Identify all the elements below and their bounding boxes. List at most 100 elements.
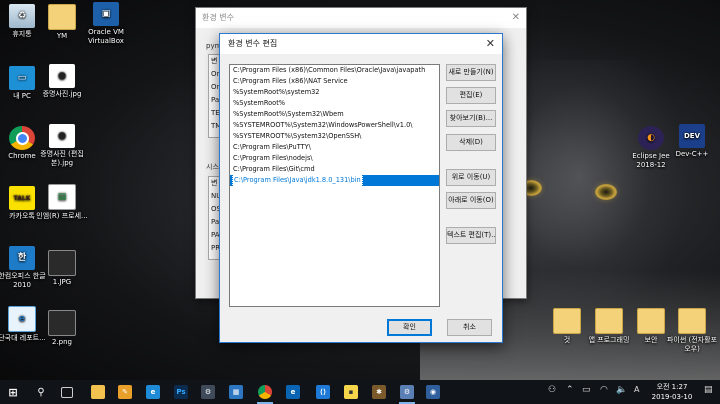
tray-chevron-icon[interactable]: ⌃ (566, 385, 574, 395)
desktop-icon-id-photo-edited[interactable]: ● 증명사진 (편집본).jpg (36, 124, 88, 168)
document-icon: e (8, 306, 36, 332)
ime-indicator[interactable]: A (634, 385, 639, 394)
photos-icon: ▦ (229, 385, 243, 399)
folder-icon (48, 4, 76, 30)
network-icon: ◉ (426, 385, 440, 399)
path-row[interactable]: C:\Program Files\nodejs\ (230, 153, 439, 164)
file-explorer-icon (91, 385, 105, 399)
taskbar-photos[interactable]: ▦ (223, 380, 249, 404)
path-row[interactable]: C:\Program Files (x86)\NAT Service (230, 76, 439, 87)
chrome-icon (9, 126, 35, 150)
image-file-icon (48, 250, 76, 276)
image-file-icon (48, 310, 76, 336)
taskbar-clock[interactable]: 오전 1:27 2019-03-10 (650, 382, 694, 402)
edit-env-variable-dialog: 환경 변수 편집 ✕ C:\Program Files (x86)\Common… (219, 33, 503, 343)
taskbar: ⊞ ⚲ ✎ e Ps ⚙ ▦ e ⟨⟩ ▪ ✱ ⚙ ◉ ⚇ ⌃ ▭ ◠ 🔈 A … (0, 380, 720, 404)
cancel-button[interactable]: 취소 (447, 319, 492, 336)
task-view-button[interactable] (54, 380, 80, 404)
hwp-icon: 한 (9, 246, 35, 270)
path-row[interactable]: %SYSTEMROOT%\System32\OpenSSH\ (230, 131, 439, 142)
desktop-icon-2-png[interactable]: 2.png (36, 310, 88, 347)
people-icon[interactable]: ⚇ (548, 385, 556, 395)
move-down-button[interactable]: 아래로 이동(O) (446, 192, 496, 209)
sticky-notes-icon: ▪ (344, 385, 358, 399)
taskbar-sticky-notes[interactable]: ▪ (338, 380, 364, 404)
folder-icon (553, 308, 581, 334)
desktop-icon-devcpp[interactable]: DEV Dev-C++ (666, 124, 718, 159)
settings-icon: ⚙ (201, 385, 215, 399)
env-variables-title: 환경 변수 (202, 13, 234, 22)
chrome-icon (258, 385, 272, 399)
photo-icon: ● (49, 64, 75, 88)
recycle-bin-icon: ♻ (9, 4, 35, 28)
clock-time: 오전 1:27 (656, 383, 688, 391)
cat-eye-right (595, 184, 617, 200)
document-icon: ▤ (48, 184, 76, 210)
path-row[interactable]: %SystemRoot%\system32 (230, 87, 439, 98)
path-row[interactable]: %SystemRoot% (230, 98, 439, 109)
edit-text-button[interactable]: 텍스트 편집(T)... (446, 227, 496, 244)
taskbar-settings[interactable]: ⚙ (195, 380, 221, 404)
search-button[interactable]: ⚲ (28, 380, 54, 404)
search-icon: ⚲ (37, 386, 45, 398)
path-row[interactable]: %SYSTEMROOT%\System32\WindowsPowerShell\… (230, 120, 439, 131)
close-icon[interactable]: ✕ (486, 34, 495, 54)
path-row[interactable]: C:\Program Files\Git\cmd (230, 164, 439, 175)
path-row[interactable]: %SystemRoot%\System32\Wbem (230, 109, 439, 120)
photo-icon: ● (49, 124, 75, 148)
taskbar-network[interactable]: ◉ (420, 380, 446, 404)
dialog-titlebar: 환경 변수 편집 ✕ (220, 34, 502, 54)
taskbar-control-panel[interactable]: ⚙ (394, 380, 420, 404)
notification-icon[interactable]: ▤ (704, 385, 713, 395)
new-button[interactable]: 새로 만들기(N) (446, 64, 496, 81)
battery-icon[interactable]: ▭ (582, 385, 591, 395)
taskbar-file-explorer[interactable] (85, 380, 111, 404)
close-icon[interactable]: ✕ (512, 8, 520, 28)
delete-button[interactable]: 삭제(D) (446, 134, 496, 151)
taskbar-chrome[interactable] (252, 380, 278, 404)
edge-icon: e (146, 385, 160, 399)
folder-icon (678, 308, 706, 334)
taskbar-paint[interactable]: ✎ (112, 380, 138, 404)
settings-gear-icon: ⚙ (400, 385, 414, 399)
path-row[interactable]: C:\Program Files\PuTTY\ (230, 142, 439, 153)
path-list[interactable]: C:\Program Files (x86)\Common Files\Orac… (229, 64, 440, 307)
kakaotalk-icon: TALK (9, 186, 35, 210)
taskbar-photoshop[interactable]: Ps (168, 380, 194, 404)
path-row-selected[interactable]: C:\Program Files\Java\jdk1.8.0_131\bin (230, 175, 439, 186)
task-view-icon (61, 386, 73, 398)
edge-icon: e (286, 385, 300, 399)
path-edit-input[interactable]: C:\Program Files\Java\jdk1.8.0_131\bin (232, 175, 363, 186)
desktop-icon-virtualbox[interactable]: ▣ Oracle VM VirtualBox (80, 2, 132, 46)
app-icon: ✱ (372, 385, 386, 399)
taskbar-app[interactable]: ✱ (366, 380, 392, 404)
photoshop-icon: Ps (174, 385, 188, 399)
browse-button[interactable]: 찾아보기(B)... (446, 110, 496, 127)
taskbar-edge-2[interactable]: e (280, 380, 306, 404)
computer-icon: ▭ (9, 66, 35, 90)
edit-button[interactable]: 편집(E) (446, 87, 496, 104)
virtualbox-icon: ▣ (93, 2, 119, 26)
paint-icon: ✎ (118, 385, 132, 399)
windows-start-icon: ⊞ (8, 385, 18, 399)
folder-icon (595, 308, 623, 334)
volume-icon[interactable]: 🔈 (616, 385, 627, 395)
eclipse-icon: ◐ (638, 126, 664, 150)
ok-button[interactable]: 확인 (387, 319, 432, 336)
taskbar-vscode[interactable]: ⟨⟩ (310, 380, 336, 404)
start-button[interactable]: ⊞ (0, 380, 26, 404)
wifi-icon[interactable]: ◠ (600, 385, 608, 395)
env-variables-titlebar: 환경 변수 ✕ (196, 8, 526, 28)
desktop-icon-id-photo[interactable]: ● 증명사진.jpg (36, 64, 88, 99)
system-variables-label: 시스 (206, 163, 219, 171)
move-up-button[interactable]: 위로 이동(U) (446, 169, 496, 186)
desktop-icon-1-jpg[interactable]: 1.JPG (36, 250, 88, 287)
folder-icon (637, 308, 665, 334)
taskbar-edge[interactable]: e (140, 380, 166, 404)
path-row[interactable]: C:\Program Files (x86)\Common Files\Orac… (230, 65, 439, 76)
devcpp-icon: DEV (679, 124, 705, 148)
desktop-folder-python[interactable]: 파이썬 (전자활포오우) (666, 308, 718, 354)
clock-date: 2019-03-10 (651, 393, 693, 401)
dialog-title: 환경 변수 편집 (228, 39, 278, 48)
desktop-icon-inem-process[interactable]: ▤ 인엠(R) 프로세... (36, 184, 88, 221)
